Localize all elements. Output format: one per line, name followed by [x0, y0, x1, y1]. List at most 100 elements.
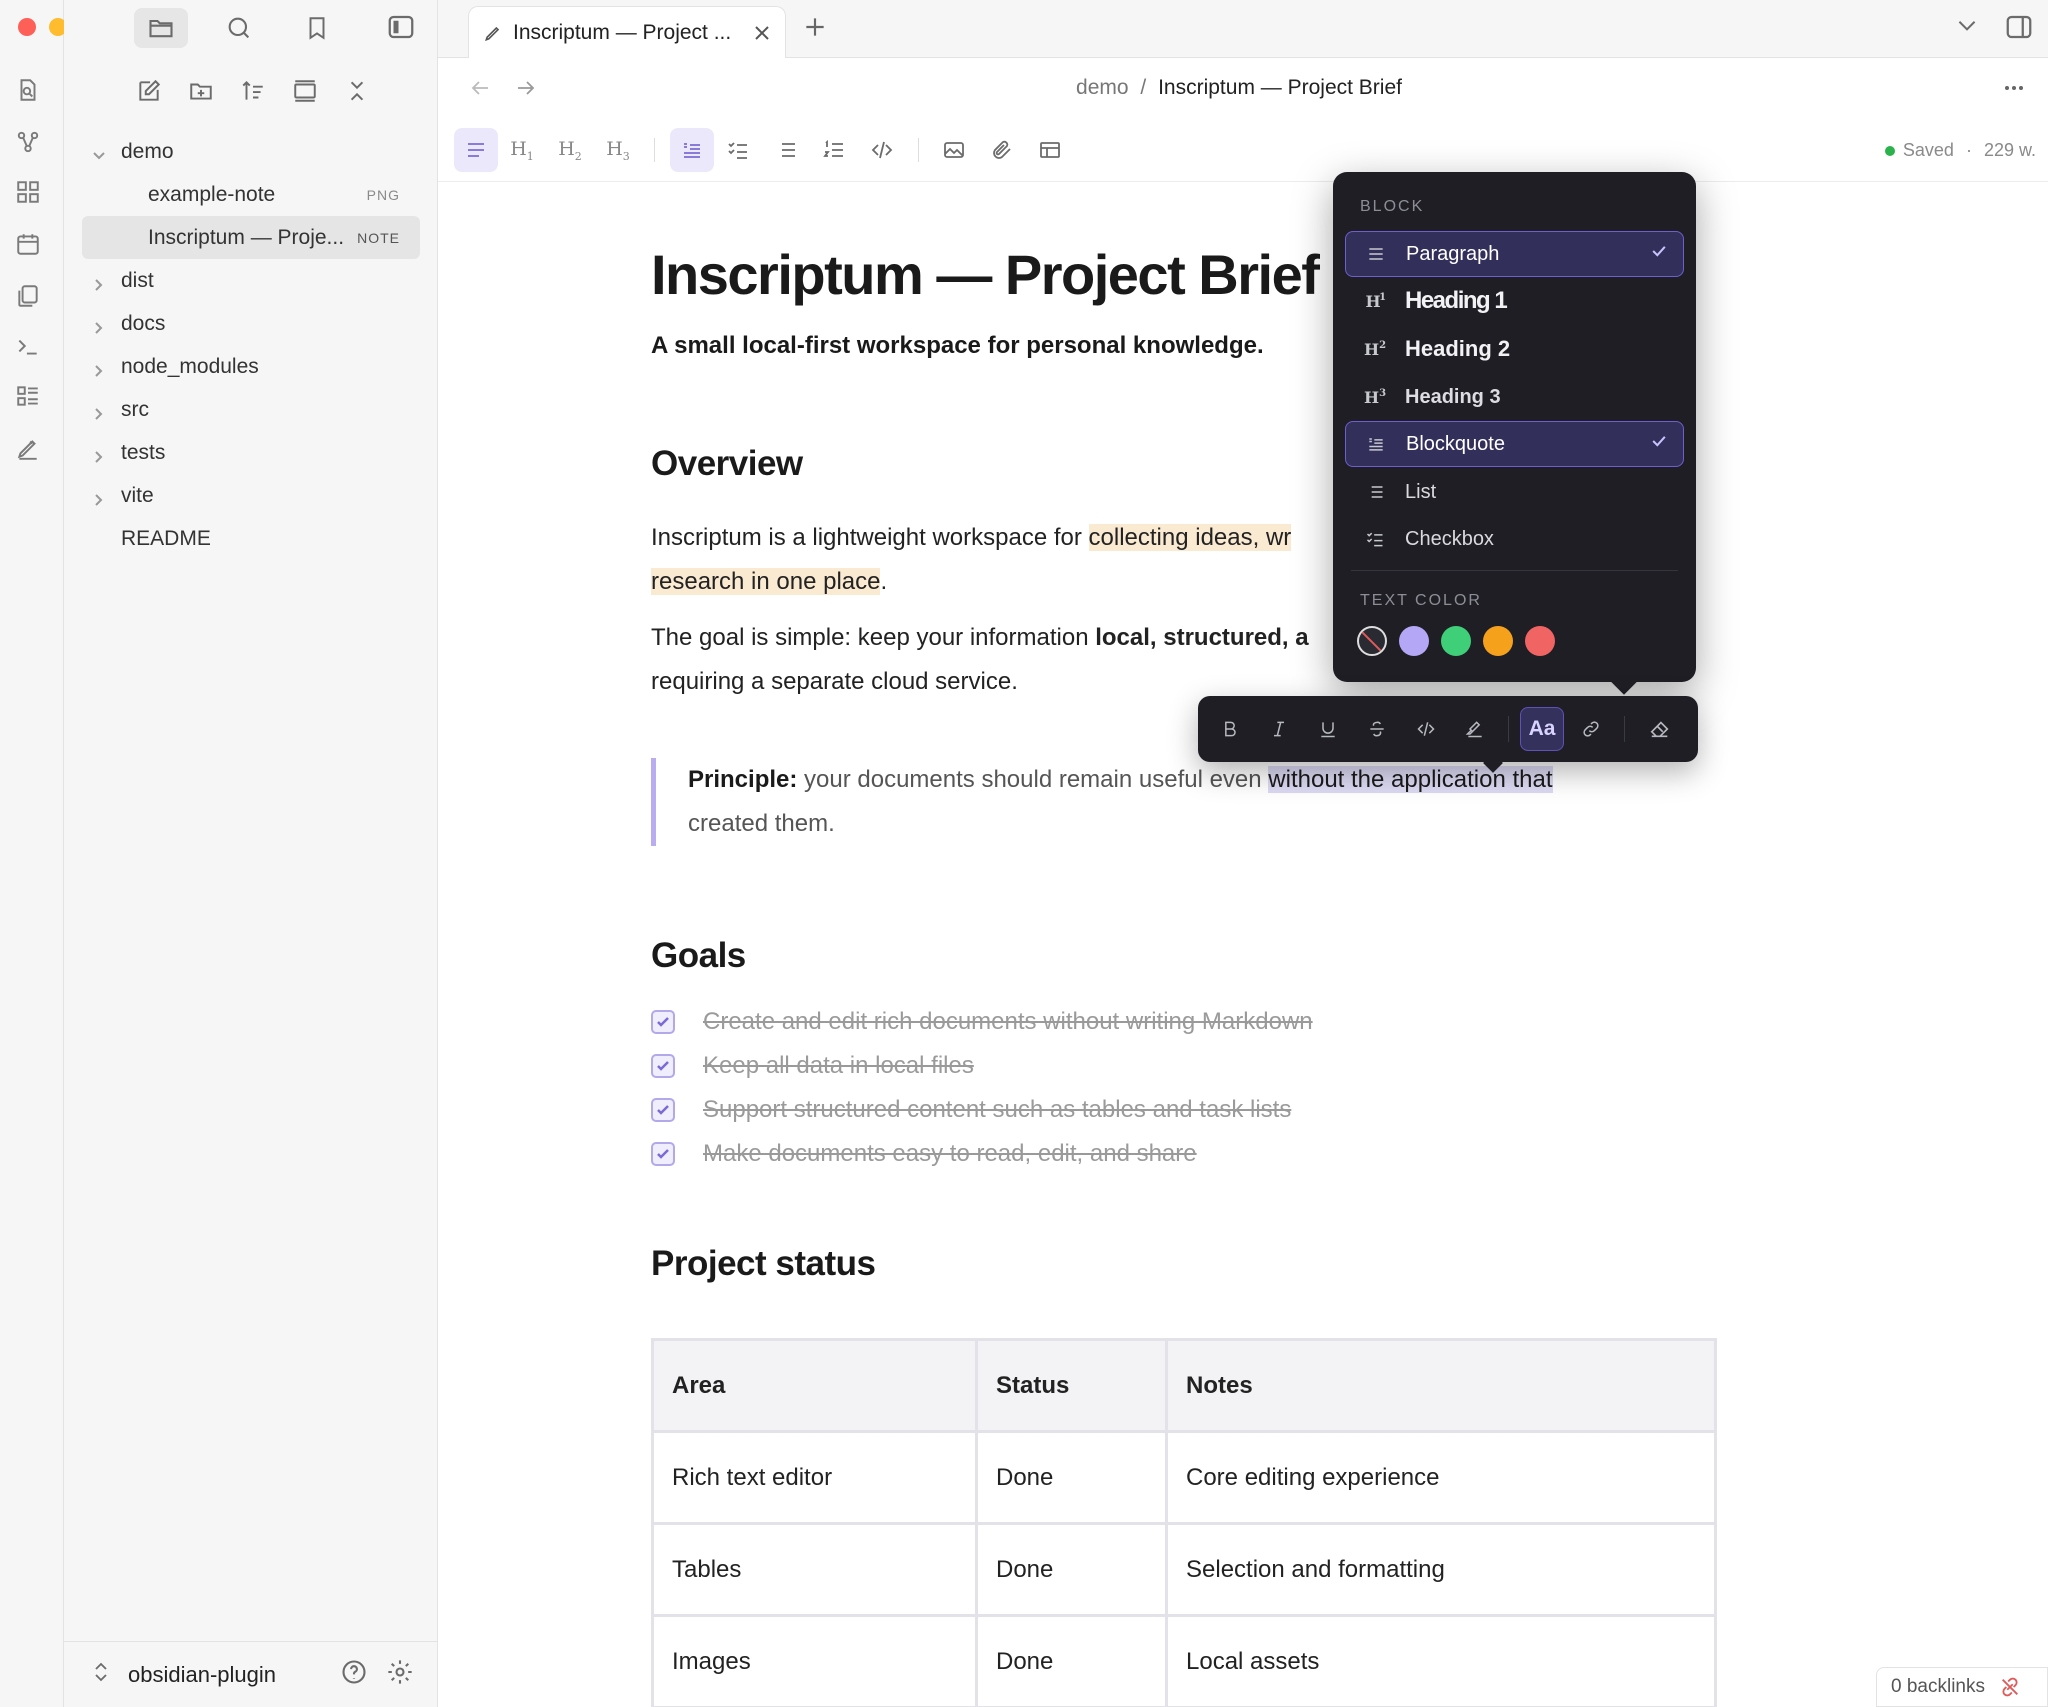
status-separator: · — [1965, 140, 1972, 160]
files-tab-button[interactable] — [134, 8, 188, 48]
folder-dist[interactable]: dist — [64, 259, 438, 302]
table-cell[interactable]: Core editing experience — [1165, 1430, 1717, 1525]
block-option-heading-3[interactable]: H3 Heading 3 — [1345, 374, 1684, 420]
blockquote[interactable]: Principle: your documents should remain … — [651, 758, 1691, 846]
graph-view-icon[interactable] — [14, 128, 42, 156]
file-inscriptum-project-brief[interactable]: Inscriptum — Proje... NOTE — [82, 216, 420, 259]
backlinks-status[interactable]: 0 backlinks — [1876, 1667, 2048, 1707]
sidebar-toggle-icon[interactable] — [386, 12, 416, 47]
table-header-cell[interactable]: Area — [651, 1338, 978, 1433]
bookmarks-tab-button[interactable] — [290, 8, 344, 48]
clear-formatting-eraser-icon[interactable] — [1638, 707, 1682, 751]
checkbox-checked[interactable] — [651, 1098, 675, 1122]
heading-goals[interactable]: Goals — [651, 936, 746, 976]
settings-gear-icon[interactable] — [386, 1658, 414, 1691]
search-tab-button[interactable] — [212, 8, 266, 48]
color-swatch-purple[interactable] — [1399, 626, 1429, 656]
numbered-list-button[interactable] — [812, 128, 856, 172]
heading-1-button[interactable]: H1 — [500, 128, 544, 172]
heading-overview[interactable]: Overview — [651, 444, 803, 484]
tree-item-label: dist — [121, 268, 154, 292]
color-swatch-green[interactable] — [1441, 626, 1471, 656]
block-option-blockquote[interactable]: Blockquote — [1345, 421, 1684, 467]
blockquote-button[interactable] — [670, 128, 714, 172]
heading-project-status[interactable]: Project status — [651, 1244, 876, 1284]
option-label: Paragraph — [1406, 242, 1500, 265]
breadcrumb-current[interactable]: Inscriptum — Project Brief — [1158, 76, 1402, 99]
command-palette-icon[interactable] — [14, 332, 42, 360]
table-cell[interactable]: Images — [651, 1614, 978, 1707]
file-example-note[interactable]: example-note PNG — [64, 173, 438, 216]
canvas-icon[interactable] — [14, 178, 42, 206]
table-cell[interactable]: Done — [975, 1614, 1168, 1707]
folder-src[interactable]: src — [64, 388, 438, 431]
document-subtitle[interactable]: A small local-first workspace for person… — [651, 332, 1264, 360]
outline-icon[interactable] — [14, 382, 42, 410]
checklist-button[interactable] — [716, 128, 760, 172]
tab-inscriptum-project-brief[interactable]: Inscriptum — Project ... — [468, 6, 786, 58]
underline-icon[interactable] — [1306, 707, 1350, 751]
table-cell[interactable]: Selection and formatting — [1165, 1522, 1717, 1617]
more-options-icon[interactable] — [2002, 76, 2026, 105]
checkbox-checked[interactable] — [651, 1054, 675, 1078]
bold-icon[interactable] — [1208, 707, 1252, 751]
task-text: Make documents easy to read, edit, and s… — [703, 1140, 1197, 1167]
folder-node-modules[interactable]: node_modules — [64, 345, 438, 388]
chevron-right-icon — [92, 403, 106, 420]
text-run: . — [880, 568, 888, 595]
tab-list-chevron-icon[interactable] — [1954, 12, 1980, 47]
breadcrumb-parent[interactable]: demo — [1076, 76, 1129, 99]
table-cell[interactable]: Local assets — [1165, 1614, 1717, 1707]
status-table[interactable]: Area Status Notes Rich text editor Done … — [651, 1338, 1717, 1707]
block-option-paragraph[interactable]: Paragraph — [1345, 231, 1684, 277]
color-swatch-red[interactable] — [1525, 626, 1555, 656]
folder-vite[interactable]: vite — [64, 474, 438, 517]
highlighter-icon[interactable] — [1453, 707, 1497, 751]
chevron-up-down-icon[interactable] — [92, 1661, 110, 1688]
attach-file-button[interactable] — [980, 128, 1024, 172]
table-header-cell[interactable]: Notes — [1165, 1338, 1717, 1433]
paragraph-button[interactable] — [454, 128, 498, 172]
color-swatch-none[interactable] — [1357, 626, 1387, 656]
folder-demo[interactable]: demo — [64, 130, 438, 173]
close-window-button[interactable] — [18, 18, 36, 36]
document-title[interactable]: Inscriptum — Project Brief — [651, 242, 1320, 307]
link-icon[interactable] — [1569, 707, 1613, 751]
block-option-heading-2[interactable]: H2 Heading 2 — [1345, 326, 1684, 372]
code-block-button[interactable] — [860, 128, 904, 172]
templates-icon[interactable] — [14, 282, 42, 310]
block-option-list[interactable]: List — [1345, 469, 1684, 515]
right-sidebar-toggle-icon[interactable] — [2004, 12, 2034, 47]
strikethrough-icon[interactable] — [1355, 707, 1399, 751]
heading-2-button[interactable]: H2 — [548, 128, 592, 172]
inline-code-icon[interactable] — [1404, 707, 1448, 751]
block-option-heading-1[interactable]: H1 Heading 1 — [1345, 278, 1684, 324]
heading-2-icon: H2 — [1363, 339, 1387, 359]
table-cell[interactable]: Done — [975, 1522, 1168, 1617]
tree-item-label: vite — [121, 483, 154, 507]
color-swatch-orange[interactable] — [1483, 626, 1513, 656]
left-ribbon — [0, 0, 98, 1707]
italic-icon[interactable] — [1257, 707, 1301, 751]
help-icon[interactable] — [340, 1658, 368, 1691]
daily-note-calendar-icon[interactable] — [14, 230, 42, 258]
checkbox-checked[interactable] — [651, 1010, 675, 1034]
draw-icon[interactable] — [14, 434, 42, 462]
folder-docs[interactable]: docs — [64, 302, 438, 345]
close-tab-icon[interactable] — [753, 24, 771, 42]
insert-table-button[interactable] — [1028, 128, 1072, 172]
table-header-cell[interactable]: Status — [975, 1338, 1168, 1433]
checkbox-checked[interactable] — [651, 1142, 675, 1166]
vault-name[interactable]: obsidian-plugin — [128, 1662, 276, 1688]
folder-tests[interactable]: tests — [64, 431, 438, 474]
insert-image-button[interactable] — [932, 128, 976, 172]
new-tab-icon[interactable] — [802, 14, 828, 45]
table-cell[interactable]: Tables — [651, 1522, 978, 1617]
bullet-list-button[interactable] — [764, 128, 808, 172]
text-style-button[interactable]: Aa — [1520, 707, 1564, 751]
table-cell[interactable]: Rich text editor — [651, 1430, 978, 1525]
file-readme[interactable]: README — [64, 517, 438, 560]
table-cell[interactable]: Done — [975, 1430, 1168, 1525]
heading-3-button[interactable]: H3 — [596, 128, 640, 172]
block-option-checkbox[interactable]: Checkbox — [1345, 516, 1684, 562]
